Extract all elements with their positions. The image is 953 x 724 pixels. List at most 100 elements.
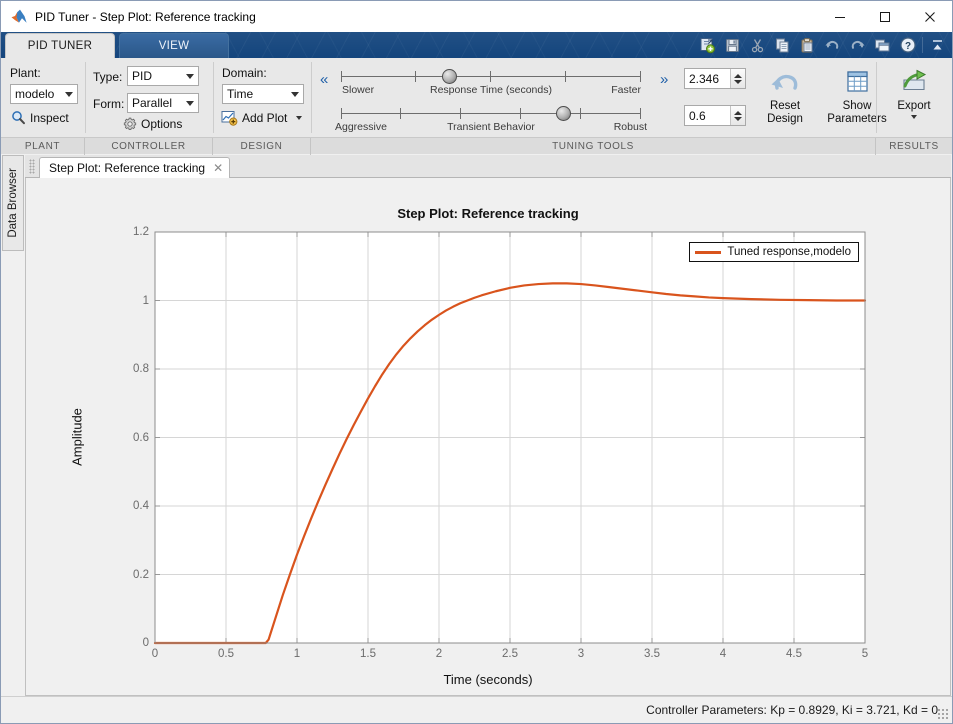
form-select-value: Parallel: [132, 96, 181, 110]
transient-behavior-right-label: Robust: [614, 121, 647, 133]
document-area: Step Plot: Reference tracking ✕ Step Plo…: [25, 155, 951, 696]
chevron-down-icon: [186, 74, 194, 79]
collapse-right-icon[interactable]: »: [660, 71, 668, 89]
sidebar-item-data-browser[interactable]: Data Browser: [2, 155, 24, 251]
type-select-value: PID: [132, 69, 181, 83]
y-tick-label: 0.4: [109, 500, 149, 512]
new-icon[interactable]: [695, 34, 720, 56]
help-icon[interactable]: ?: [895, 34, 920, 56]
y-tick-label: 0.8: [109, 363, 149, 375]
domain-select[interactable]: Time: [222, 84, 304, 104]
document-tab-label: Step Plot: Reference tracking: [49, 161, 205, 175]
paste-icon[interactable]: [795, 34, 820, 56]
transient-behavior-input[interactable]: 0.6: [684, 105, 746, 126]
redo-icon[interactable]: [845, 34, 870, 56]
stepper-down-icon[interactable]: [734, 80, 742, 84]
group-label-design: DESIGN: [213, 138, 311, 155]
maximize-button[interactable]: [862, 1, 907, 32]
ribbon-group-design: Domain: Time Add Plot: [213, 58, 311, 137]
ribbon-tab-strip: PID TUNER VIEW: [1, 32, 952, 58]
cut-icon[interactable]: [745, 34, 770, 56]
chevron-down-icon: [291, 92, 299, 97]
group-label-plant: PLANT: [1, 138, 85, 155]
x-tick-label: 3: [578, 648, 584, 660]
window-title: PID Tuner - Step Plot: Reference trackin…: [35, 10, 256, 24]
collapse-ribbon-icon[interactable]: [925, 34, 950, 56]
add-plot-label: Add Plot: [242, 111, 287, 125]
x-tick-label: 5: [862, 648, 868, 660]
response-time-stepper[interactable]: [730, 69, 745, 88]
options-button[interactable]: Options: [123, 117, 182, 131]
export-button[interactable]: Export: [884, 63, 944, 119]
slider-track: [341, 113, 641, 114]
response-time-right-label: Faster: [611, 84, 641, 96]
collapse-left-icon[interactable]: «: [320, 71, 328, 89]
controller-parameters-text: Controller Parameters: Kp = 0.8929, Ki =…: [646, 703, 938, 717]
type-select[interactable]: PID: [127, 66, 199, 86]
ribbon-group-tuning-tools: « »: [311, 58, 876, 137]
chart-legend[interactable]: Tuned response,modelo: [689, 242, 859, 262]
plant-select[interactable]: modelo: [10, 84, 78, 104]
stepper-up-icon[interactable]: [734, 74, 742, 78]
x-tick-label: 1.5: [360, 648, 376, 660]
type-label: Type:: [93, 70, 122, 84]
reset-design-button[interactable]: Reset Design: [756, 63, 814, 126]
x-tick-label: 4.5: [786, 648, 802, 660]
form-select[interactable]: Parallel: [127, 93, 199, 113]
matlab-logo-icon: [11, 9, 27, 24]
stepper-down-icon[interactable]: [734, 117, 742, 121]
gear-icon: [123, 117, 137, 131]
reset-design-label-line2: Design: [767, 113, 803, 126]
reset-design-label-line1: Reset: [770, 100, 800, 113]
minimize-button[interactable]: [817, 1, 862, 32]
pid-tuner-window: PID Tuner - Step Plot: Reference trackin…: [0, 0, 953, 724]
response-time-knob[interactable]: [442, 69, 457, 84]
response-time-slider[interactable]: Slower Response Time (seconds) Faster: [341, 69, 641, 97]
transient-behavior-stepper[interactable]: [730, 106, 745, 125]
form-label: Form:: [93, 97, 124, 111]
undo-icon[interactable]: [820, 34, 845, 56]
resize-grip-icon[interactable]: [937, 708, 949, 720]
response-time-input[interactable]: 2.346: [684, 68, 746, 89]
group-label-results: RESULTS: [876, 138, 952, 155]
save-icon[interactable]: [720, 34, 745, 56]
inspect-button[interactable]: Inspect: [11, 110, 69, 125]
export-arrow-icon: [899, 69, 929, 97]
layout-icon[interactable]: [870, 34, 895, 56]
tab-pid-tuner-label: PID TUNER: [28, 40, 92, 52]
quick-access-toolbar: ?: [695, 33, 950, 57]
chevron-down-icon: [186, 101, 194, 106]
copy-icon[interactable]: [770, 34, 795, 56]
x-tick-label: 4: [720, 648, 726, 660]
x-tick-label: 2.5: [502, 648, 518, 660]
close-button[interactable]: [907, 1, 952, 32]
legend-label: Tuned response,modelo: [727, 246, 851, 258]
stepper-up-icon[interactable]: [734, 111, 742, 115]
document-tab-step-plot[interactable]: Step Plot: Reference tracking ✕: [39, 157, 230, 179]
status-bar: Controller Parameters: Kp = 0.8929, Ki =…: [1, 696, 952, 723]
table-icon: [842, 69, 872, 97]
add-plot-button[interactable]: Add Plot: [221, 110, 302, 126]
slider-track: [341, 76, 641, 77]
tab-view[interactable]: VIEW: [119, 33, 229, 58]
tab-pid-tuner[interactable]: PID TUNER: [5, 33, 115, 58]
inspect-label: Inspect: [30, 111, 69, 125]
transient-behavior-center-label: Transient Behavior: [447, 121, 535, 133]
ribbon-group-labels: PLANT CONTROLLER DESIGN TUNING TOOLS RES…: [1, 137, 952, 154]
ribbon-group-controller: Type: PID Form: Parallel Options: [85, 58, 213, 137]
x-tick-label: 1: [294, 648, 300, 660]
plant-select-value: modelo: [15, 87, 60, 101]
transient-behavior-left-label: Aggressive: [335, 121, 387, 133]
transient-behavior-knob[interactable]: [556, 106, 571, 121]
ribbon-group-results: Export: [876, 58, 952, 137]
tab-gripper-icon[interactable]: [29, 159, 35, 174]
close-icon[interactable]: ✕: [213, 162, 223, 174]
transient-behavior-slider[interactable]: Aggressive Transient Behavior Robust: [341, 106, 641, 134]
chevron-down-icon[interactable]: [911, 115, 917, 119]
legend-color-swatch: [695, 251, 721, 254]
transient-behavior-value: 0.6: [685, 109, 730, 123]
document-tab-bar: Step Plot: Reference tracking ✕: [25, 155, 951, 178]
options-label: Options: [141, 117, 182, 131]
y-tick-label: 0.6: [109, 432, 149, 444]
domain-label: Domain:: [222, 66, 267, 80]
